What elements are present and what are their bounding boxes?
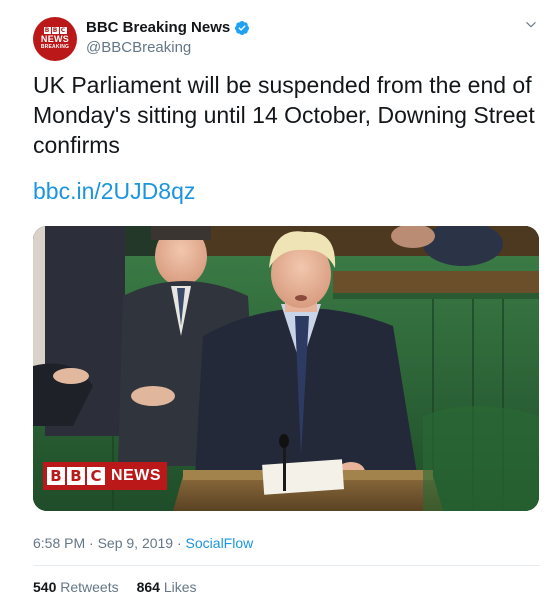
meta-separator: · — [173, 535, 186, 551]
avatar-block-3: C — [59, 27, 67, 34]
retweets-count: 540 — [33, 579, 57, 595]
avatar-news-text: NEWS — [40, 34, 70, 44]
account-name-block: BBC Breaking News @BBCBreaking — [86, 18, 250, 58]
tweet-source-link[interactable]: SocialFlow — [186, 535, 254, 551]
retweets-stat[interactable]: 540 Retweets — [33, 578, 119, 596]
badge-block-2: B — [67, 467, 85, 485]
bbc-news-logo: B B C NEWS — [43, 462, 167, 490]
verified-badge-icon — [235, 21, 250, 35]
tweet-link[interactable]: bbc.in/2UJD8qz — [33, 176, 195, 206]
divider — [33, 565, 540, 566]
tweet-text: UK Parliament will be suspended from the… — [33, 72, 535, 158]
likes-stat[interactable]: 864 Likes — [137, 578, 197, 596]
likes-label: Likes — [163, 579, 197, 595]
avatar-block-2: B — [51, 27, 59, 34]
badge-block-1: B — [47, 467, 65, 485]
chevron-down-icon[interactable] — [524, 18, 538, 32]
display-name[interactable]: BBC Breaking News — [86, 18, 230, 38]
likes-count: 864 — [136, 579, 160, 595]
display-name-row[interactable]: BBC Breaking News — [86, 18, 250, 38]
account-handle[interactable]: @BBCBreaking — [86, 38, 250, 58]
avatar-bbc-blocks: B B C — [43, 27, 67, 34]
tweet-timestamp[interactable]: 6:58 PM · Sep 9, 2019 — [33, 535, 173, 551]
badge-block-3: C — [87, 467, 105, 485]
avatar-block-1: B — [43, 27, 51, 34]
tweet-media-image[interactable]: B B C NEWS — [33, 226, 539, 511]
tweet-stats: 540 Retweets 864 Likes — [33, 578, 197, 596]
badge-news-word: NEWS — [111, 467, 161, 484]
tweet-card: B B C NEWS BREAKING BBC Breaking News @B… — [0, 0, 560, 610]
avatar-breaking-text: BREAKING — [40, 44, 70, 50]
tweet-meta: 6:58 PM · Sep 9, 2019 · SocialFlow — [33, 534, 253, 552]
avatar[interactable]: B B C NEWS BREAKING — [33, 17, 77, 61]
retweets-label: Retweets — [60, 579, 119, 595]
